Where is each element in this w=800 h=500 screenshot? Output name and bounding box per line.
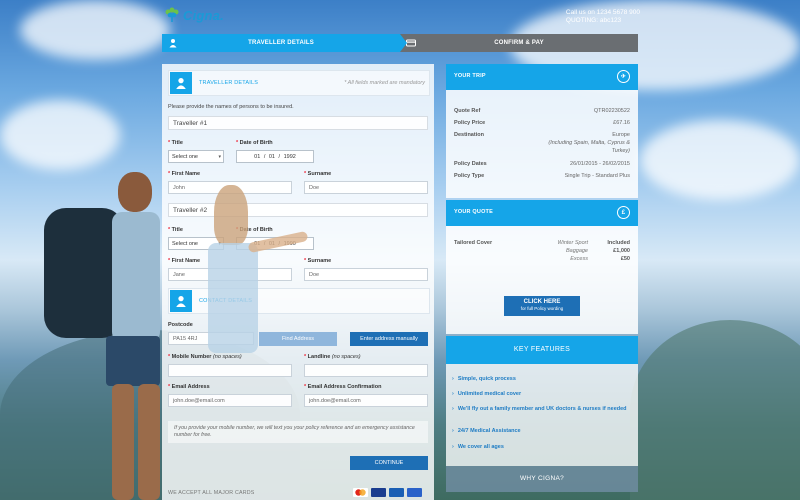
chevron-right-icon: › bbox=[452, 428, 454, 434]
surname-input[interactable]: Doe bbox=[304, 268, 428, 281]
pound-icon: £ bbox=[617, 206, 630, 219]
key-features-header: KEY FEATURES bbox=[446, 336, 638, 364]
cloud bbox=[20, 0, 170, 60]
step-label: TRAVELLER DETAILS bbox=[248, 40, 314, 46]
traveller-photo bbox=[200, 185, 310, 445]
visa-electron-icon bbox=[389, 488, 404, 497]
your-trip-header: YOUR TRIP ✈ bbox=[446, 64, 638, 90]
landline-label: * Landline (no spaces) bbox=[304, 354, 361, 360]
contact-info: Call us on 1234 5678 900 QUOTING: abc123 bbox=[566, 9, 640, 25]
your-trip-title: YOUR TRIP bbox=[454, 73, 486, 79]
tree-icon bbox=[165, 7, 179, 22]
key-features-list: › Simple, quick process › Unlimited medica… bbox=[446, 364, 638, 466]
why-cigna-button[interactable]: WHY CIGNA? bbox=[446, 466, 638, 492]
visa-icon bbox=[371, 488, 386, 497]
person-icon bbox=[169, 39, 177, 48]
jcb-icon bbox=[407, 488, 422, 497]
surname-input[interactable]: Doe bbox=[304, 181, 428, 194]
click-here-label: CLICK HERE bbox=[523, 299, 561, 305]
hiker-photo bbox=[40, 168, 160, 500]
cloud bbox=[640, 120, 800, 200]
header: Cigna. Call us on 1234 5678 900 QUOTING:… bbox=[162, 0, 640, 34]
traveller-1-heading: Traveller #1 bbox=[168, 116, 428, 130]
user-icon bbox=[170, 290, 192, 312]
feature-item: › We'll fly out a family member and UK do… bbox=[452, 406, 627, 412]
enter-address-manually-button[interactable]: Enter address manually bbox=[350, 332, 428, 346]
chevron-down-icon: ▾ bbox=[218, 154, 221, 160]
payment-cards-row: WE ACCEPT ALL MAJOR CARDS bbox=[168, 488, 428, 500]
hill bbox=[630, 320, 800, 500]
chevron-right-icon: › bbox=[452, 444, 454, 450]
user-icon bbox=[170, 72, 192, 94]
step-confirm-pay[interactable]: CONFIRM & PAY bbox=[400, 34, 638, 52]
feature-item: › Simple, quick process bbox=[452, 376, 516, 382]
click-here-sub: for full Policy wording bbox=[520, 306, 564, 311]
step-label: CONFIRM & PAY bbox=[494, 40, 544, 46]
feature-item: › Unlimited medical cover bbox=[452, 391, 522, 397]
quote-reference: QUOTING: abc123 bbox=[565, 17, 622, 24]
policy-wording-button[interactable]: CLICK HERE for full Policy wording bbox=[504, 296, 580, 316]
card-icon bbox=[406, 39, 416, 47]
first-name-label: * First Name bbox=[168, 258, 201, 264]
continue-button[interactable]: CONTINUE bbox=[350, 456, 428, 470]
dob-label: * Date of Birth bbox=[236, 140, 273, 146]
title-label: * Title bbox=[168, 227, 183, 233]
title-select[interactable]: Select one▾ bbox=[168, 150, 224, 163]
cigna-logo[interactable]: Cigna. bbox=[164, 7, 224, 23]
summary-sidebar: YOUR TRIP ✈ Quote Ref QTR02230522 Policy … bbox=[446, 64, 638, 492]
traveller-details-header: TRAVELLER DETAILS * All fields marked ar… bbox=[168, 70, 430, 96]
mastercard-icon bbox=[353, 488, 368, 497]
first-name-label: * First Name bbox=[168, 171, 201, 177]
cards-text: WE ACCEPT ALL MAJOR CARDS bbox=[168, 490, 255, 496]
chevron-right-icon: › bbox=[452, 376, 454, 382]
email-confirm-input[interactable]: john.doe@email.com bbox=[304, 394, 428, 407]
step-traveller-details[interactable]: TRAVELLER DETAILS bbox=[162, 34, 407, 52]
progress-steps: TRAVELLER DETAILS CONFIRM & PAY bbox=[162, 34, 638, 52]
plane-icon: ✈ bbox=[617, 70, 630, 83]
landline-input[interactable] bbox=[304, 364, 428, 377]
postcode-label: Postcode bbox=[168, 322, 193, 328]
phone-number: Call us on 1234 5678 900 bbox=[565, 9, 640, 16]
title-label: * Title bbox=[168, 140, 183, 146]
intro-text: Please provide the names of persons to b… bbox=[168, 104, 294, 110]
your-quote-header: YOUR QUOTE £ bbox=[446, 200, 638, 226]
surname-label: * Surname bbox=[304, 171, 332, 177]
chevron-right-icon: › bbox=[452, 391, 454, 397]
your-quote-title: YOUR QUOTE bbox=[454, 209, 493, 215]
section-title: TRAVELLER DETAILS bbox=[199, 80, 259, 86]
chevron-right-icon: › bbox=[452, 406, 454, 412]
dob-field[interactable]: 01 / 01 / 1992 bbox=[236, 150, 314, 163]
email-confirm-label: * Email Address Confirmation bbox=[304, 384, 382, 390]
brand-name: Cigna. bbox=[183, 7, 224, 23]
mandatory-note: * All fields marked are mandatory bbox=[344, 80, 425, 86]
cloud bbox=[0, 100, 120, 170]
feature-item: › We cover all ages bbox=[452, 444, 504, 450]
your-quote-body: Tailored Cover Winter Sport Included Bagg… bbox=[446, 226, 638, 334]
feature-item: › 24/7 Medical Assistance bbox=[452, 428, 521, 434]
your-trip-body: Quote Ref QTR02230522 Policy Price £67.16 … bbox=[446, 90, 638, 198]
